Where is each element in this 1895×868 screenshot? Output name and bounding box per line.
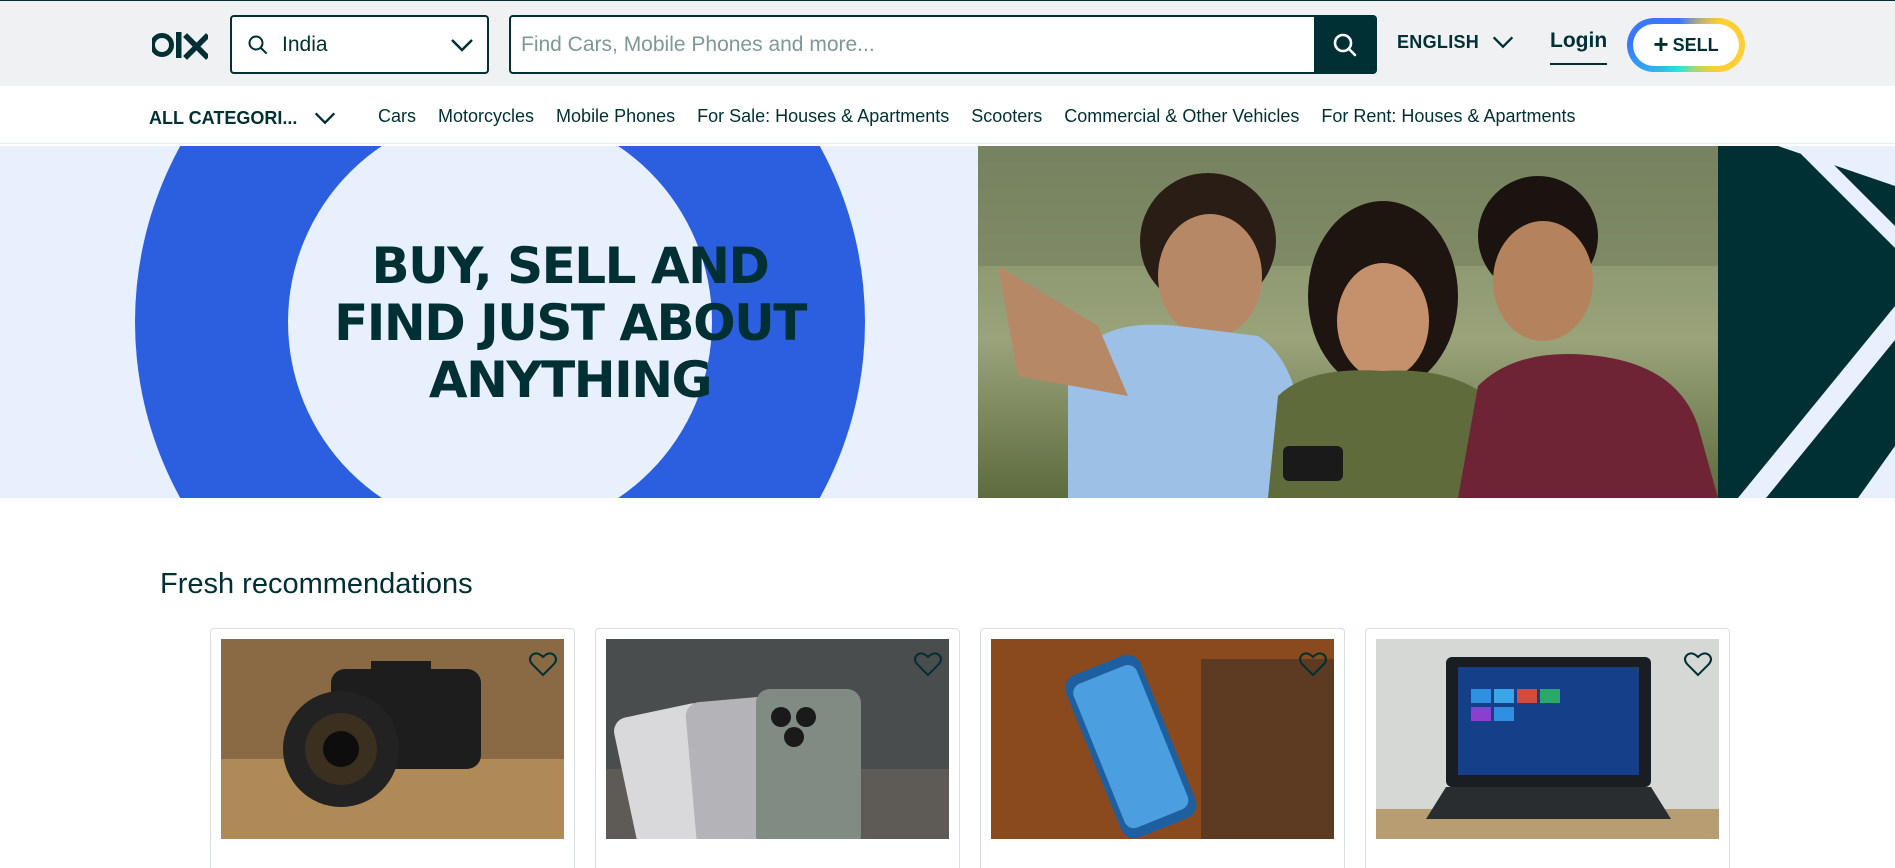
banner-corner-graphic	[1718, 146, 1895, 498]
section-title-fresh-recommendations: Fresh recommendations	[160, 568, 473, 600]
language-selector[interactable]: ENGLISH	[1397, 29, 1517, 55]
banner-chevron-graphic	[1738, 146, 1895, 498]
chevron-down-icon	[315, 112, 336, 125]
heart-icon[interactable]	[913, 649, 943, 679]
location-selector[interactable]: India	[230, 15, 489, 74]
banner-line-3: ANYTHING	[428, 351, 713, 409]
all-categories-dropdown[interactable]: ALL CATEGORI...	[149, 104, 339, 132]
listing-image-camera	[221, 639, 564, 839]
category-link-motorcycles[interactable]: Motorcycles	[438, 106, 534, 127]
login-link[interactable]: Login	[1550, 29, 1608, 65]
location-value: India	[282, 32, 328, 56]
listing-card[interactable]	[595, 628, 960, 868]
category-link-scooters[interactable]: Scooters	[971, 106, 1042, 127]
search-button[interactable]	[1314, 17, 1375, 72]
top-header: India ENGLISH Login + SELL	[0, 0, 1895, 86]
listing-image-smartphone	[991, 639, 1334, 839]
listing-card[interactable]	[1365, 628, 1730, 868]
sell-button-inner: + SELL	[1633, 24, 1739, 66]
heart-icon[interactable]	[528, 649, 558, 679]
sell-button[interactable]: + SELL	[1627, 18, 1745, 72]
banner-people-photo	[978, 146, 1718, 498]
language-label: ENGLISH	[1397, 31, 1480, 52]
search-bar	[509, 15, 1377, 74]
sell-label: SELL	[1672, 34, 1719, 55]
category-bar: ALL CATEGORI... Cars Motorcycles Mobile …	[0, 86, 1895, 144]
heart-icon[interactable]	[1298, 649, 1328, 679]
search-input[interactable]	[511, 17, 1316, 72]
plus-icon: +	[1653, 28, 1669, 59]
category-link-houses-for-sale[interactable]: For Sale: Houses & Apartments	[697, 106, 949, 127]
category-link-mobile-phones[interactable]: Mobile Phones	[556, 106, 675, 127]
listing-card[interactable]	[980, 628, 1345, 868]
all-categories-label: ALL CATEGORI...	[149, 107, 298, 128]
chevron-down-icon	[1492, 36, 1514, 49]
category-links: Cars Motorcycles Mobile Phones For Sale:…	[378, 106, 1598, 127]
listing-card[interactable]	[210, 628, 575, 868]
category-link-commercial-vehicles[interactable]: Commercial & Other Vehicles	[1064, 106, 1299, 127]
banner-line-1: BUY, SELL AND	[371, 237, 770, 295]
search-icon	[1333, 33, 1356, 56]
search-icon	[248, 35, 267, 54]
category-link-cars[interactable]: Cars	[378, 106, 416, 127]
category-link-houses-for-rent[interactable]: For Rent: Houses & Apartments	[1321, 106, 1575, 127]
listing-image-iphones	[606, 639, 949, 839]
chevron-down-icon	[451, 38, 473, 52]
listing-image-laptop	[1376, 639, 1719, 839]
olx-logo[interactable]	[152, 28, 208, 62]
hero-banner[interactable]: BUY, SELL AND FIND JUST ABOUT ANYTHING	[0, 146, 1895, 498]
heart-icon[interactable]	[1683, 649, 1713, 679]
banner-graphic: BUY, SELL AND FIND JUST ABOUT ANYTHING	[0, 146, 978, 498]
banner-headline: BUY, SELL AND FIND JUST ABOUT ANYTHING	[330, 238, 810, 409]
banner-line-2: FIND JUST ABOUT	[334, 294, 807, 352]
